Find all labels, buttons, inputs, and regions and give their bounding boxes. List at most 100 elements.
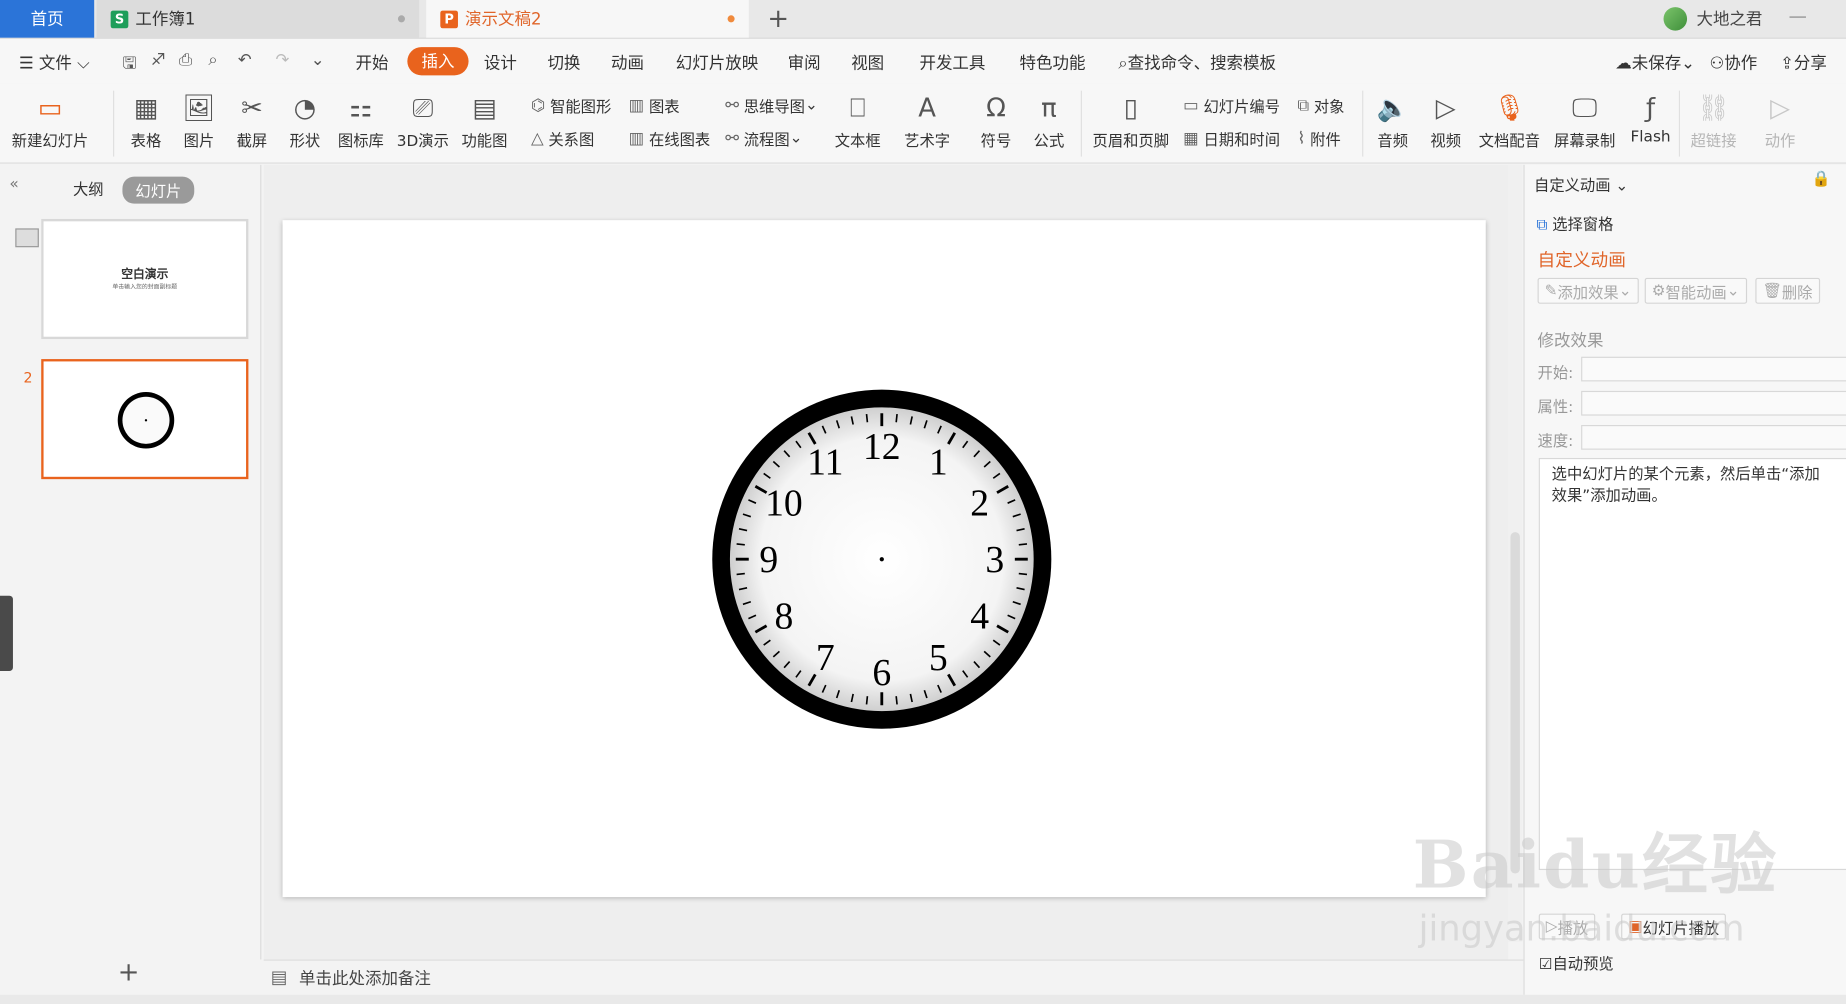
flowchart-icon: ⚯ [725,128,740,148]
clock-number: 2 [970,483,989,525]
slide-thumbnail-2[interactable] [41,359,249,480]
notes-area[interactable]: ▤ 单击此处添加备注 [263,959,1524,995]
attachment-button[interactable]: ⌇ 附件 [1297,127,1340,150]
pane-header[interactable]: 自定义动画 ⌄ [1534,173,1628,196]
menu-animation[interactable]: 动画 [611,51,644,75]
redo-icon[interactable]: ↷ [275,51,289,70]
clock-number: 3 [985,539,1004,581]
save-icon[interactable]: 🖫 [122,51,136,79]
menu-transition[interactable]: 切换 [547,51,580,75]
online-chart-button[interactable]: ▥ 在线图表 [629,127,711,150]
search-command[interactable]: ⌕查找命令、搜索模板 [1118,51,1276,75]
customize-icon[interactable]: ⌄ [311,51,325,70]
share-button[interactable]: ⇪分享 [1780,51,1827,75]
wordart-button[interactable]: A 艺术字 [904,88,950,151]
menu-slideshow[interactable]: 幻灯片放映 [676,51,758,75]
auto-preview-label: 自动预览 [1552,955,1614,974]
file-menu-label: 文件 [38,54,72,73]
clock-number: 4 [970,596,989,638]
mindmap-button[interactable]: ⚯ 思维导图 ⌄ [725,94,818,117]
doc-voice-label: 文档配音 [1478,133,1540,151]
unsaved-button[interactable]: ☁未保存⌄ [1615,51,1695,75]
tab-close-dot[interactable] [397,15,405,23]
property-select[interactable] [1581,390,1846,416]
select-pane-icon: ⧉ [1536,216,1548,235]
menu-view[interactable]: 视图 [851,51,884,75]
flash-button[interactable]: ƒ Flash [1629,88,1671,146]
print-preview-icon[interactable]: ⌕ [208,51,217,70]
start-select[interactable] [1581,356,1846,382]
clock-center [879,557,884,562]
delete-button[interactable]: 🗑 删除 [1755,277,1820,304]
datetime-button[interactable]: ▦ 日期和时间 [1183,127,1281,150]
table-button[interactable]: ▦ 表格 [125,88,167,151]
speed-select[interactable] [1581,425,1846,450]
shape-button[interactable]: ◔ 形状 [284,88,326,151]
speaker-icon: 🔈 [1376,93,1409,124]
symbol-button[interactable]: Ω 符号 [975,88,1017,151]
smart-animation-button[interactable]: ⚙ 智能动画 ⌄ [1644,277,1747,304]
audio-button[interactable]: 🔈 音频 [1372,88,1414,151]
relation-button[interactable]: △ 关系图 [531,127,594,150]
lock-icon[interactable]: 🔒 [1812,171,1831,189]
select-pane-link[interactable]: ⧉ 选择窗格 [1536,212,1613,235]
auto-preview-checkbox[interactable]: ☑自动预览 [1539,951,1614,974]
slide-1-subtitle: 单击输入您的封面副标题 [112,283,178,291]
new-tab-button[interactable]: + [765,5,791,34]
flowchart-button[interactable]: ⚯ 流程图 ⌄ [725,127,802,150]
add-effect-button[interactable]: ✎ 添加效果 ⌄ [1537,277,1639,304]
tab-presentation[interactable]: P 演示文稿2 [426,0,749,38]
menu-design[interactable]: 设计 [484,51,517,75]
screenshot-button[interactable]: ✂ 截屏 [231,88,273,151]
hyperlink-button[interactable]: ⛓ 超链接 [1691,88,1737,151]
smart-animation-label: 智能动画 [1665,284,1727,302]
clock-image[interactable]: 12 12 3 45678 9 1011 [711,389,1052,730]
format-painter-icon[interactable]: ♐ [151,51,166,70]
clock-number: 1 [929,441,948,483]
paperclip-icon: ⌇ [1297,128,1306,148]
chart-button[interactable]: ▥ 图表 [629,94,680,117]
action-button[interactable]: ▷ 动作 [1759,88,1801,151]
slide-number-button[interactable]: ▭ 幻灯片编号 [1183,94,1280,117]
textbox-button[interactable]: ⎕ 文本框 [835,88,881,151]
minimize-icon[interactable] [1789,16,1806,18]
header-footer-button[interactable]: ▯ 页眉和页脚 [1093,88,1170,151]
current-slide[interactable]: 12 1 2 3 4 5 6 7 8 9 10 11 [282,220,1486,898]
menu-insert[interactable]: 插入 [407,47,469,76]
datetime-label: 日期和时间 [1203,131,1281,150]
file-menu[interactable]: ☰ 文件 ⌵ [19,51,90,75]
outline-tab[interactable]: 大纲 [73,177,104,199]
collapse-icon[interactable]: « [9,175,18,193]
speed-label: 速度: [1537,433,1574,451]
undo-icon[interactable]: ↶ [238,51,252,70]
menu-special[interactable]: 特色功能 [1020,51,1086,75]
function-chart-button[interactable]: ▤ 功能图 [462,88,508,151]
shape-icon: ◔ [293,93,317,124]
menu-developer[interactable]: 开发工具 [919,51,985,75]
user-account[interactable]: 大地之君 [1663,7,1762,31]
doc-voice-button[interactable]: 🎙 文档配音 [1478,88,1540,151]
collaborate-button[interactable]: ⚇协作 [1709,51,1757,75]
add-slide-button[interactable]: + [118,958,140,987]
3d-demo-button[interactable]: ⎚ 3D演示 [397,88,449,151]
header-footer-icon: ▯ [1123,93,1138,124]
video-button[interactable]: ▷ 视频 [1425,88,1467,151]
tab-modified-dot[interactable] [727,15,735,23]
tab-bar: 首页 S 工作簿1 P 演示文稿2 + 大地之君 [0,0,1846,39]
formula-button[interactable]: π 公式 [1028,88,1070,151]
icon-library-button[interactable]: ⚏ 图标库 [338,88,384,151]
slide-thumbnail-1[interactable]: 空白演示 单击输入您的封面副标题 [41,218,249,340]
screen-record-button[interactable]: 🖵 屏幕录制 [1554,88,1615,151]
menu-review[interactable]: 审阅 [788,51,821,75]
print-icon[interactable]: ⎙ [179,51,192,70]
new-slide-button[interactable]: ▭ 新建幻灯片 [12,88,89,151]
clock-number: 8 [775,596,794,638]
picture-button[interactable]: 🖼 图片 [178,88,220,151]
side-handle[interactable] [0,595,13,672]
menu-start[interactable]: 开始 [356,51,389,75]
smartart-button[interactable]: ⌬ 智能图形 [531,94,611,117]
slides-tab[interactable]: 幻灯片 [122,176,195,204]
tab-home[interactable]: 首页 [0,0,95,38]
tab-workbook[interactable]: S 工作簿1 [96,0,420,38]
object-button[interactable]: ⧉ 对象 [1297,94,1344,117]
